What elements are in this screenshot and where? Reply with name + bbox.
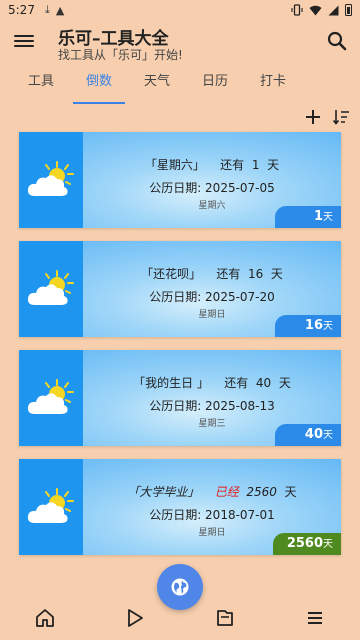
download-icon: ⤓ (44, 3, 50, 16)
countdown-card[interactable]: 「星期六」 还有 1 天 公历日期: 2025-07-05 星期六 1天 (19, 132, 341, 228)
event-name: 「星期六」 (144, 158, 205, 172)
event-count: 40 (255, 376, 272, 390)
badge-number: 2560 (286, 536, 323, 551)
event-status: 还有 (220, 158, 245, 172)
event-date: 公历日期: 2018-07-01 (149, 508, 275, 522)
add-icon[interactable] (304, 108, 322, 126)
card-weather-panel (19, 459, 83, 555)
app-subtitle: 找工具从「乐可」开始! (58, 48, 183, 62)
search-icon[interactable] (326, 30, 348, 52)
card-title-line: 「还花呗」 还有 16 天 (83, 265, 341, 282)
badge-unit: 天 (323, 430, 333, 441)
card-title-line: 「星期六」 还有 1 天 (83, 156, 341, 173)
notification-icon: ▲ (55, 3, 65, 17)
days-badge: 40天 (275, 424, 341, 446)
event-status: 还有 (224, 376, 249, 390)
sort-icon[interactable] (332, 108, 350, 126)
event-count: 1 (251, 158, 260, 172)
partly-sunny-icon (27, 379, 74, 414)
app-bar: 乐可–工具大全 找工具从「乐可」开始! (0, 20, 360, 68)
list-actions (304, 108, 350, 126)
menu-button[interactable] (14, 32, 34, 50)
globe-icon (171, 578, 189, 596)
card-weather-panel (19, 241, 83, 337)
card-weather-panel (19, 350, 83, 446)
status-right (291, 4, 352, 16)
countdown-card[interactable]: 「大学毕业」 已经 2560 天 公历日期: 2018-07-01 星期日 25… (19, 459, 341, 555)
event-unit: 天 (270, 267, 283, 281)
event-status: 已经 (214, 485, 239, 499)
event-unit: 天 (267, 158, 280, 172)
days-badge: 2560天 (272, 533, 341, 555)
play-icon (128, 609, 143, 627)
nav-home[interactable] (32, 605, 58, 631)
vibrate-icon (291, 4, 303, 16)
list-icon (308, 612, 322, 624)
tab-weather[interactable]: 天气 (128, 68, 186, 104)
card-title-line: 「我的生日 」 还有 40 天 (83, 374, 341, 391)
event-date: 公历日期: 2025-07-05 (149, 181, 275, 195)
home-icon (36, 609, 54, 627)
days-badge: 1天 (275, 206, 341, 228)
event-count: 16 (248, 267, 264, 281)
nav-play[interactable] (122, 605, 148, 631)
badge-number: 16 (304, 318, 323, 333)
event-date: 公历日期: 2025-08-13 (149, 399, 275, 413)
status-bar: 5:27 ⤓ ▲ (0, 0, 360, 20)
countdown-list: 「星期六」 还有 1 天 公历日期: 2025-07-05 星期六 1天 「还花… (19, 132, 341, 568)
tab-calendar[interactable]: 日历 (186, 68, 244, 104)
menu-icon-line (14, 35, 34, 37)
tab-countdown[interactable]: 倒数 (70, 68, 128, 104)
battery-icon (345, 4, 352, 16)
badge-number: 1 (313, 209, 323, 224)
tab-checkin[interactable]: 打卡 (244, 68, 302, 104)
wifi-icon (309, 5, 322, 15)
event-name: 「还花呗」 (141, 267, 202, 281)
countdown-card[interactable]: 「还花呗」 还有 16 天 公历日期: 2025-07-20 星期日 16天 (19, 241, 341, 337)
event-unit: 天 (284, 485, 297, 499)
badge-unit: 天 (323, 321, 333, 332)
signal-icon (328, 5, 339, 15)
card-weather-panel (19, 132, 83, 228)
menu-icon-line (14, 45, 34, 47)
nav-more[interactable] (302, 605, 328, 631)
nav-folder[interactable] (212, 605, 238, 631)
badge-unit: 天 (323, 212, 333, 223)
event-status: 还有 (216, 267, 241, 281)
bottom-nav (0, 596, 360, 640)
badge-number: 40 (304, 427, 323, 442)
card-title-line: 「大学毕业」 已经 2560 天 (83, 483, 341, 500)
event-name: 「大学毕业」 (127, 485, 200, 499)
tab-tools[interactable]: 工具 (12, 68, 70, 104)
partly-sunny-icon (27, 488, 74, 523)
partly-sunny-icon (27, 161, 74, 196)
event-count: 2560 (246, 485, 277, 499)
tab-bar: 工具 倒数 天气 日历 打卡 (0, 68, 360, 104)
folder-icon (217, 610, 233, 626)
countdown-card[interactable]: 「我的生日 」 还有 40 天 公历日期: 2025-08-13 星期三 40天 (19, 350, 341, 446)
menu-icon-line (14, 40, 34, 42)
status-time: 5:27 (8, 3, 35, 17)
event-date: 公历日期: 2025-07-20 (149, 290, 275, 304)
event-unit: 天 (278, 376, 291, 390)
badge-unit: 天 (323, 539, 333, 550)
days-badge: 16天 (275, 315, 341, 337)
event-name: 「我的生日 」 (133, 376, 209, 390)
partly-sunny-icon (27, 270, 74, 305)
